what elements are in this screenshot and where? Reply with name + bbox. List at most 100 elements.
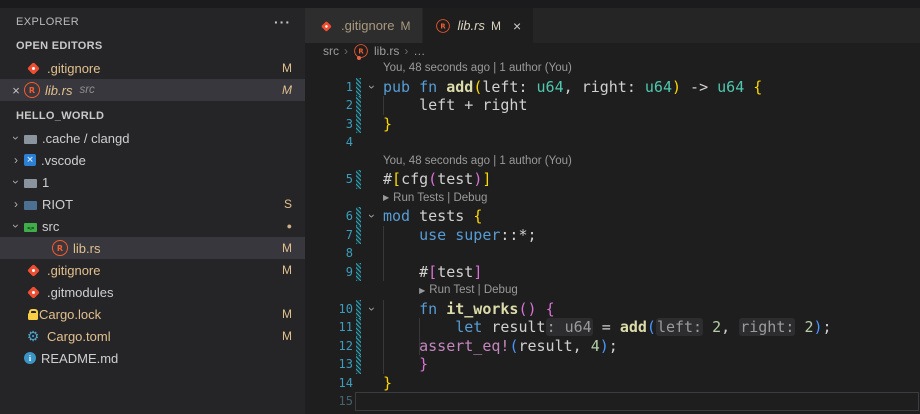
git-gutter-modified[interactable] bbox=[356, 96, 361, 115]
code-line-15[interactable]: 15 bbox=[305, 392, 920, 411]
code-line-5[interactable]: 5#[cfg(test)] bbox=[305, 170, 920, 189]
git-gutter-modified[interactable] bbox=[356, 226, 361, 245]
code-line-1[interactable]: 1›pub fn add(left: u64, right: u64) -> u… bbox=[305, 78, 920, 97]
tree-item-lib-rs[interactable]: lib.rsM bbox=[0, 237, 305, 259]
git-gutter-modified[interactable] bbox=[356, 170, 361, 189]
code-line-12[interactable]: 12 assert_eq!(result, 4); bbox=[305, 337, 920, 356]
codelens-link[interactable]: Run Test bbox=[429, 284, 474, 296]
close-icon[interactable]: × bbox=[513, 18, 521, 34]
indent-guide bbox=[383, 318, 384, 337]
line-number[interactable]: 4 bbox=[305, 133, 353, 152]
codelens-link[interactable]: You, 48 seconds ago | 1 author (You) bbox=[383, 155, 572, 167]
line-number[interactable]: 13 bbox=[305, 355, 353, 374]
tree-item-readme-md[interactable]: README.md bbox=[0, 347, 305, 369]
token: , bbox=[573, 337, 591, 355]
open-editors-header[interactable]: OPEN EDITORS bbox=[0, 35, 305, 57]
line-number[interactable]: 12 bbox=[305, 337, 353, 356]
tree-item-1[interactable]: ›1 bbox=[0, 171, 305, 193]
tree-item-src[interactable]: ›src● bbox=[0, 215, 305, 237]
code-line-7[interactable]: 7 use super::*; bbox=[305, 226, 920, 245]
code-line-10[interactable]: 10› fn it_works() { bbox=[305, 300, 920, 319]
code-line-2[interactable]: 2 left + right bbox=[305, 96, 920, 115]
git-gutter-modified[interactable] bbox=[356, 318, 361, 337]
more-actions-icon[interactable]: ··· bbox=[274, 14, 291, 30]
token: tests bbox=[419, 207, 473, 225]
codelens-link[interactable]: Debug bbox=[453, 192, 487, 204]
line-number[interactable]: 11 bbox=[305, 318, 353, 337]
git-status-badge: M bbox=[282, 263, 305, 277]
tree-item--vscode[interactable]: ›.vscode bbox=[0, 149, 305, 171]
codelens-link[interactable]: Debug bbox=[484, 284, 518, 296]
code-text: use super::*; bbox=[383, 226, 537, 245]
token: } bbox=[419, 355, 428, 373]
tree-item-riot[interactable]: ›RIOTS bbox=[0, 193, 305, 215]
token: left + right bbox=[383, 96, 528, 114]
git-gutter-modified[interactable] bbox=[356, 263, 361, 282]
token: = bbox=[593, 318, 620, 336]
codelens-separator: | bbox=[474, 284, 483, 296]
expanded-chevron-icon[interactable]: › bbox=[9, 218, 23, 234]
breadcrumb-separator-icon: › bbox=[404, 44, 408, 58]
code-line-11[interactable]: 11 let result: u64 = add(left: 2, right:… bbox=[305, 318, 920, 337]
token: ) bbox=[813, 318, 822, 336]
git-gutter-modified[interactable] bbox=[356, 337, 361, 356]
line-number[interactable]: 14 bbox=[305, 374, 353, 393]
line-number[interactable]: 2 bbox=[305, 96, 353, 115]
line-number[interactable]: 6 bbox=[305, 207, 353, 226]
expanded-chevron-icon[interactable]: › bbox=[9, 174, 23, 190]
token bbox=[703, 318, 712, 336]
open-editor-item[interactable]: .gitignoreM bbox=[0, 57, 305, 79]
line-number[interactable]: 7 bbox=[305, 226, 353, 245]
token: ) bbox=[473, 170, 482, 188]
git-icon bbox=[24, 262, 42, 278]
codelens-link[interactable]: You, 48 seconds ago | 1 author (You) bbox=[383, 62, 572, 74]
code-line-14[interactable]: 14} bbox=[305, 374, 920, 393]
code-line-13[interactable]: 13 } bbox=[305, 355, 920, 374]
tab--gitignore[interactable]: .gitignoreM bbox=[305, 8, 422, 43]
collapsed-chevron-icon[interactable]: › bbox=[8, 153, 24, 167]
vscode-icon bbox=[24, 154, 36, 166]
tree-item-cargo-lock[interactable]: Cargo.lockM bbox=[0, 303, 305, 325]
tree-item--cache-clangd[interactable]: ›.cache / clangd bbox=[0, 127, 305, 149]
token: -> bbox=[681, 78, 717, 96]
line-number[interactable]: 5 bbox=[305, 170, 353, 189]
file-description: src bbox=[79, 84, 94, 96]
fold-chevron-icon[interactable]: › bbox=[365, 214, 379, 218]
line-number[interactable]: 1 bbox=[305, 78, 353, 97]
file-label: .gitignore bbox=[47, 263, 100, 278]
code-line-8[interactable]: 8 bbox=[305, 244, 920, 263]
line-number[interactable]: 3 bbox=[305, 115, 353, 134]
git-gutter-modified[interactable] bbox=[356, 115, 361, 134]
file-label: src bbox=[42, 219, 59, 234]
line-number[interactable]: 8 bbox=[305, 244, 353, 263]
project-section-header[interactable]: HELLO_WORLD bbox=[0, 105, 305, 127]
fold-chevron-icon[interactable]: › bbox=[365, 85, 379, 89]
tree-item-cargo-toml[interactable]: Cargo.tomlM bbox=[0, 325, 305, 347]
expanded-chevron-icon[interactable]: › bbox=[9, 130, 23, 146]
close-icon[interactable]: × bbox=[8, 83, 24, 98]
line-number[interactable]: 9 bbox=[305, 263, 353, 282]
open-editor-item[interactable]: ×lib.rssrcM bbox=[0, 79, 305, 101]
collapsed-chevron-icon[interactable]: › bbox=[8, 197, 24, 211]
fold-chevron-icon[interactable]: › bbox=[365, 307, 379, 311]
breadcrumb-item[interactable]: src bbox=[323, 44, 339, 58]
tab-label: .gitignore bbox=[341, 18, 394, 33]
breadcrumb-item[interactable]: … bbox=[413, 44, 425, 58]
code-line-6[interactable]: 6›mod tests { bbox=[305, 207, 920, 226]
token: } bbox=[383, 374, 392, 392]
token: { bbox=[473, 207, 482, 225]
line-number[interactable]: 10 bbox=[305, 300, 353, 319]
code-line-3[interactable]: 3} bbox=[305, 115, 920, 134]
token: super bbox=[455, 226, 500, 244]
git-gutter-modified[interactable] bbox=[356, 355, 361, 374]
code-editor[interactable]: You, 48 seconds ago | 1 author (You)1›pu… bbox=[305, 59, 920, 414]
tree-item--gitignore[interactable]: .gitignore M bbox=[0, 259, 305, 281]
tree-item--gitmodules[interactable]: .gitmodules bbox=[0, 281, 305, 303]
tab-lib-rs[interactable]: lib.rsM× bbox=[423, 8, 533, 43]
code-line-4[interactable]: 4 bbox=[305, 133, 920, 152]
line-number[interactable]: 15 bbox=[305, 392, 353, 411]
codelens-link[interactable]: Run Tests bbox=[393, 192, 444, 204]
breadcrumb-item[interactable]: lib.rs bbox=[374, 44, 399, 58]
token: ) bbox=[672, 78, 681, 96]
code-line-9[interactable]: 9 #[test] bbox=[305, 263, 920, 282]
